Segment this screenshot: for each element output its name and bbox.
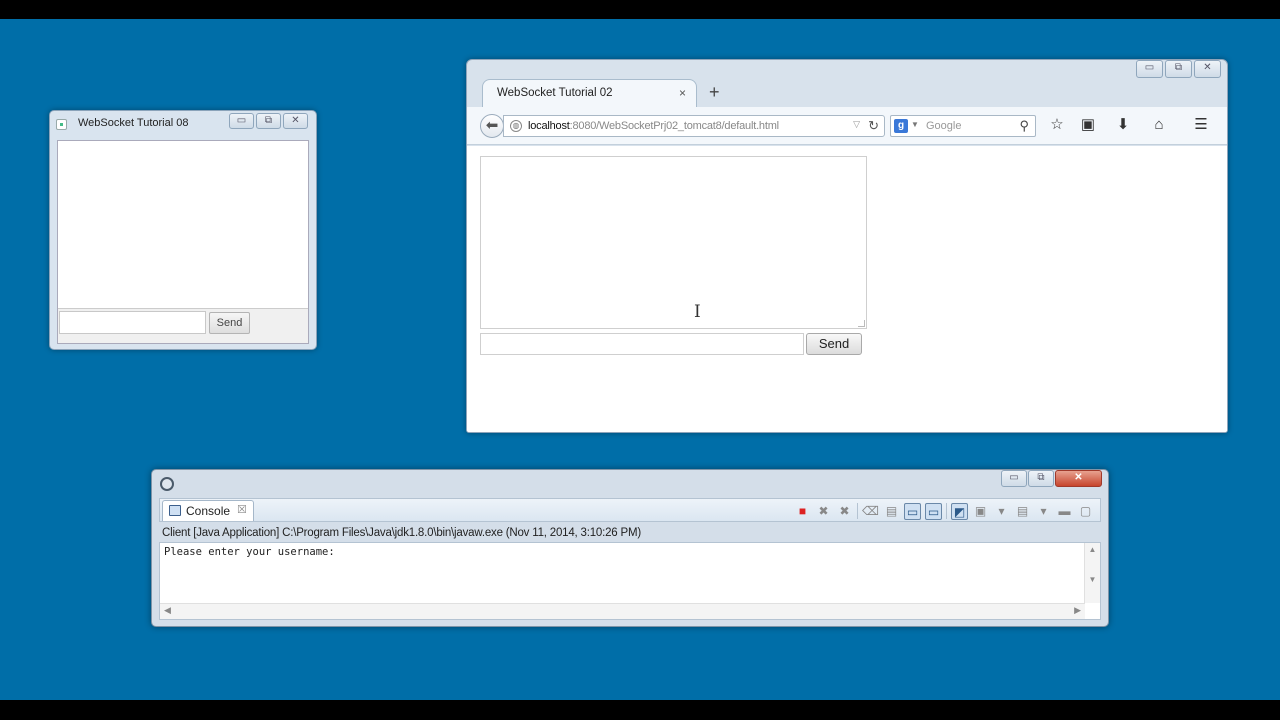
swing-send-button[interactable]: Send [209, 312, 250, 334]
console-description: Client [Java Application] C:\Program Fil… [162, 527, 641, 539]
vertical-scrollbar[interactable]: ▲ ▼ [1084, 543, 1100, 603]
dropdown-arrow-icon[interactable]: ▾ [1035, 503, 1052, 520]
url-path: :8080/WebSocketPrj02_tomcat8/default.htm… [569, 120, 779, 132]
minimize-view-icon[interactable]: ▬ [1056, 503, 1073, 520]
scroll-right-icon[interactable]: ▶ [1074, 605, 1081, 616]
maximize-button[interactable]: ⧉ [256, 113, 281, 129]
dropdown-arrow-icon[interactable]: ▾ [993, 503, 1010, 520]
console-tab-label: Console [186, 504, 231, 518]
text-cursor-icon: I [694, 302, 701, 322]
home-icon[interactable]: ⌂ [1149, 115, 1169, 135]
download-arrow-icon[interactable]: ⬇ [1113, 115, 1133, 135]
clipboard-icon[interactable]: ▣ [1078, 115, 1098, 135]
console-icon [169, 505, 181, 516]
swing-client-area: Send [57, 140, 309, 344]
scroll-down-icon[interactable]: ▼ [1085, 573, 1100, 587]
display-console-icon[interactable]: ▣ [972, 503, 989, 520]
desktop: WebSocket Tutorial 08 ▭ ⧉ ✕ Send ▭ ⧉ ✕ W… [0, 19, 1280, 700]
console-output-area[interactable]: Please enter your username: ▲ ▼ ◀ ▶ [159, 542, 1101, 620]
stop-square-icon[interactable]: ■ [794, 503, 811, 520]
engine-dropdown-icon[interactable]: ▼ [911, 120, 919, 129]
close-button[interactable]: ✕ [1055, 470, 1102, 487]
clear-console-icon[interactable]: ⌫ [862, 503, 879, 520]
swing-client-window: WebSocket Tutorial 08 ▭ ⧉ ✕ Send [49, 110, 317, 350]
java-app-icon [56, 119, 67, 130]
eclipse-icon [160, 477, 174, 491]
messages-textarea[interactable] [480, 156, 867, 329]
minimize-button[interactable]: ▭ [1001, 470, 1027, 487]
tab-title: WebSocket Tutorial 02 [497, 87, 613, 99]
search-bar[interactable]: g ▼ Google ⚲ [890, 115, 1036, 137]
swing-window-title: WebSocket Tutorial 08 [78, 117, 189, 129]
toolbar-separator [857, 503, 858, 519]
console-window: ▭ ⧉ ✕ Console ☒ ■ ✖ ✖ ⌫ ▤ ▭ ▭ ◩ ▣ ▾ ▤ ▾ … [151, 469, 1109, 627]
console-actions: ■ ✖ ✖ ⌫ ▤ ▭ ▭ ◩ ▣ ▾ ▤ ▾ ▬ ▢ [794, 502, 1094, 520]
swing-titlebar[interactable]: WebSocket Tutorial 08 ▭ ⧉ ✕ [50, 111, 316, 137]
tab-console[interactable]: Console ☒ [162, 500, 254, 521]
tab-close-icon[interactable]: × [679, 86, 686, 100]
browser-tab[interactable]: WebSocket Tutorial 02 × [482, 79, 697, 107]
magnifier-icon[interactable]: ⚲ [1019, 118, 1029, 134]
scroll-up-icon[interactable]: ▲ [1085, 543, 1100, 557]
scroll-left-icon[interactable]: ◀ [164, 605, 171, 616]
close-button[interactable]: ✕ [283, 113, 308, 129]
site-identity-icon[interactable]: ◍ [510, 120, 522, 132]
tab-bar: WebSocket Tutorial 02 × + [467, 74, 1227, 107]
minimize-button[interactable]: ▭ [229, 113, 254, 129]
back-arrow-icon[interactable]: ⬅ [480, 114, 504, 138]
navigation-toolbar: ⬅ ◍ localhost:8080/WebSocketPrj02_tomcat… [467, 107, 1227, 145]
url-history-dropdown-icon[interactable]: ▽ [853, 119, 860, 130]
scroll-lock-icon[interactable]: ▤ [883, 503, 900, 520]
url-text: localhost:8080/WebSocketPrj02_tomcat8/de… [528, 120, 779, 132]
maximize-button[interactable]: ⧉ [1028, 470, 1054, 487]
page-content: I Send [467, 146, 1227, 432]
swing-message-input[interactable] [59, 311, 206, 334]
toolbar-separator [946, 503, 947, 519]
show-on-stdout-icon[interactable]: ▭ [904, 502, 921, 520]
reload-icon[interactable]: ↻ [868, 118, 879, 134]
browser-window: ▭ ⧉ ✕ WebSocket Tutorial 02 × + ⬅ ◍ loca… [466, 59, 1228, 433]
send-button[interactable]: Send [806, 333, 862, 355]
new-tab-button[interactable]: + [709, 82, 720, 103]
pin-console-icon[interactable]: ◩ [951, 502, 968, 520]
message-input[interactable] [480, 333, 804, 355]
show-on-stderr-icon[interactable]: ▭ [925, 502, 942, 520]
remove-launch-icon[interactable]: ✖ [815, 503, 832, 520]
console-view-toolbar: Console ☒ ■ ✖ ✖ ⌫ ▤ ▭ ▭ ◩ ▣ ▾ ▤ ▾ ▬ ▢ [159, 498, 1101, 522]
swing-message-area[interactable] [58, 141, 308, 309]
remove-all-launches-icon[interactable]: ✖ [836, 503, 853, 520]
google-engine-icon[interactable]: g [894, 119, 908, 133]
url-bar[interactable]: ◍ localhost:8080/WebSocketPrj02_tomcat8/… [503, 115, 885, 137]
console-tab-close-icon[interactable]: ☒ [237, 503, 247, 516]
hamburger-menu-icon[interactable]: ☰ [1191, 115, 1211, 135]
url-host: localhost [528, 120, 570, 132]
maximize-view-icon[interactable]: ▢ [1077, 503, 1094, 520]
console-output-text: Please enter your username: [164, 546, 335, 558]
horizontal-scrollbar[interactable]: ◀ ▶ [160, 603, 1085, 619]
open-console-icon[interactable]: ▤ [1014, 503, 1031, 520]
star-icon[interactable]: ☆ [1047, 115, 1067, 135]
swing-window-controls: ▭ ⧉ ✕ [229, 113, 308, 129]
console-window-controls: ▭ ⧉ ✕ [1001, 470, 1102, 487]
search-placeholder: Google [926, 120, 962, 132]
